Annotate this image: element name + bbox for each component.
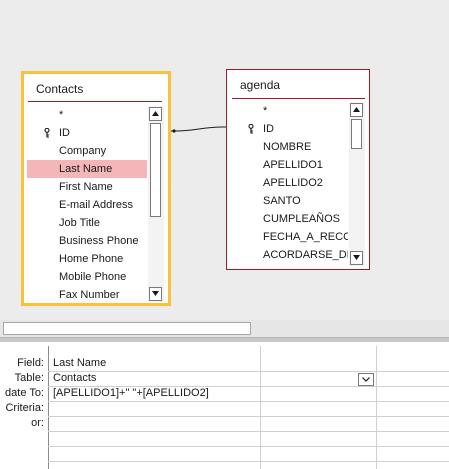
field-item-nombre[interactable]: NOMBRE bbox=[240, 138, 348, 156]
update-to-cell[interactable]: [APELLIDO1]+" "+[APELLIDO2] bbox=[49, 386, 260, 401]
grid-column-divider bbox=[376, 346, 377, 469]
field-item-last-name[interactable]: Last Name bbox=[27, 160, 147, 178]
triangle-up-icon bbox=[353, 107, 360, 112]
grid-column-divider bbox=[260, 346, 261, 469]
agenda-vertical-scrollbar[interactable] bbox=[349, 102, 365, 266]
field-item-all[interactable]: * bbox=[27, 106, 147, 124]
triangle-up-icon bbox=[152, 111, 159, 116]
field-item-fecha-a-recor[interactable]: FECHA_A_RECOR bbox=[240, 228, 348, 246]
key-icon bbox=[248, 124, 254, 134]
agenda-table-box[interactable]: agenda * ID NOMBRE APELLIDO1 APELLIDO2 S… bbox=[226, 69, 370, 270]
field-item-home-phone[interactable]: Home Phone bbox=[27, 250, 147, 268]
criteria-cell[interactable] bbox=[49, 401, 260, 416]
table-title-divider bbox=[232, 98, 365, 99]
scroll-down-button[interactable] bbox=[149, 287, 162, 301]
table-title-agenda[interactable]: agenda bbox=[227, 70, 369, 100]
triangle-down-icon bbox=[152, 291, 159, 296]
field-item-apellido1[interactable]: APELLIDO1 bbox=[240, 156, 348, 174]
scroll-down-button[interactable] bbox=[350, 251, 363, 265]
grid-row-divider bbox=[48, 446, 449, 447]
contacts-table-box[interactable]: Contacts * ID Company Last Name First Na… bbox=[21, 71, 171, 306]
scroll-up-button[interactable] bbox=[149, 107, 162, 121]
field-item-business-phone[interactable]: Business Phone bbox=[27, 232, 147, 250]
row-label-update-to: date To: bbox=[5, 387, 44, 399]
field-label: ID bbox=[263, 123, 274, 135]
scroll-thumb[interactable] bbox=[351, 119, 362, 149]
field-item-id[interactable]: ID bbox=[27, 124, 147, 142]
field-item-apellido2[interactable]: APELLIDO2 bbox=[240, 174, 348, 192]
field-item-email-address[interactable]: E-mail Address bbox=[27, 196, 147, 214]
scroll-thumb[interactable] bbox=[150, 123, 161, 217]
field-item-company[interactable]: Company bbox=[27, 142, 147, 160]
field-list-contacts: * ID Company Last Name First Name E-mail… bbox=[27, 106, 147, 301]
horizontal-scroll-thumb[interactable] bbox=[3, 322, 251, 335]
contacts-vertical-scrollbar[interactable] bbox=[148, 106, 164, 302]
chevron-down-icon bbox=[362, 377, 370, 382]
field-item-all[interactable]: * bbox=[240, 102, 348, 120]
design-pane-horizontal-scrollbar[interactable] bbox=[0, 320, 449, 337]
row-label-table: Table: bbox=[14, 372, 44, 384]
query-design-window: Contacts * ID Company Last Name First Na… bbox=[0, 0, 449, 469]
field-item-acordarse-de[interactable]: ACORDARSE_DE bbox=[240, 246, 348, 264]
row-label-field: Field: bbox=[17, 357, 44, 369]
grid-row-divider bbox=[48, 431, 449, 432]
field-cell[interactable]: Last Name bbox=[49, 356, 260, 371]
field-item-id[interactable]: ID bbox=[240, 120, 348, 138]
table-title-contacts[interactable]: Contacts bbox=[24, 74, 168, 104]
field-item-first-name[interactable]: First Name bbox=[27, 178, 147, 196]
row-label-criteria: Criteria: bbox=[5, 402, 44, 414]
row-label-or: or: bbox=[31, 417, 44, 429]
key-icon bbox=[44, 128, 50, 138]
field-list-agenda: * ID NOMBRE APELLIDO1 APELLIDO2 SANTO CU… bbox=[240, 102, 348, 264]
table-dropdown-button[interactable] bbox=[358, 373, 374, 386]
field-item-cumpleanos[interactable]: CUMPLEAÑOS bbox=[240, 210, 348, 228]
table-title-divider bbox=[28, 101, 162, 102]
field-item-santo[interactable]: SANTO bbox=[240, 192, 348, 210]
table-cell[interactable]: Contacts bbox=[49, 371, 358, 386]
field-item-mobile-phone[interactable]: Mobile Phone bbox=[27, 268, 147, 286]
field-item-fax-number[interactable]: Fax Number bbox=[27, 286, 147, 301]
or-cell[interactable] bbox=[49, 416, 260, 431]
field-item-job-title[interactable]: Job Title bbox=[27, 214, 147, 232]
grid-row-divider bbox=[48, 461, 449, 462]
scroll-up-button[interactable] bbox=[350, 103, 363, 117]
field-label: ID bbox=[59, 127, 70, 139]
triangle-down-icon bbox=[353, 255, 360, 260]
